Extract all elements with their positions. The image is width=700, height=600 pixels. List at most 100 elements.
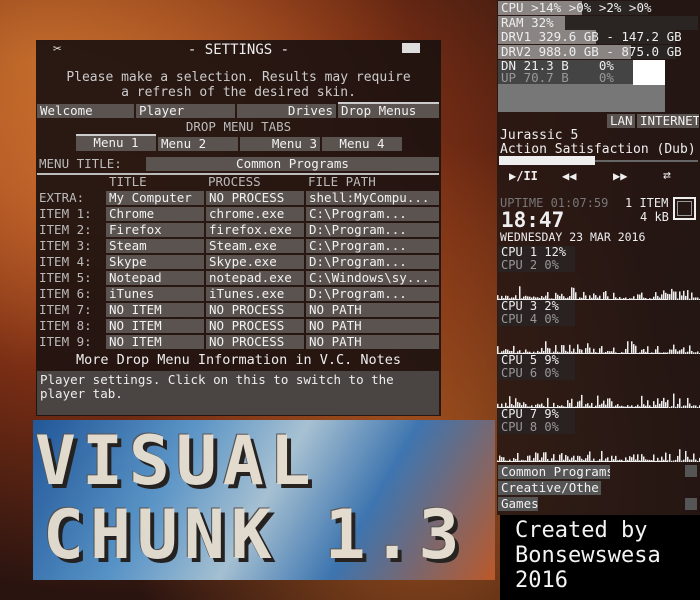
title-input[interactable]: Notepad [106, 271, 204, 285]
title-input[interactable]: iTunes [106, 287, 204, 301]
menu-tab-4[interactable]: Menu 4 [322, 137, 402, 151]
tab-drives[interactable]: Drives [237, 104, 336, 118]
title-input[interactable]: My Computer [106, 191, 204, 205]
refresh-icon[interactable] [402, 43, 420, 53]
graph-bar [695, 459, 697, 462]
row-label: ITEM 2: [39, 222, 92, 237]
file-path-input[interactable]: shell:MyCompu... [306, 191, 439, 205]
title-input[interactable]: Steam [106, 239, 204, 253]
credit-line: 2016 [515, 568, 568, 593]
menu-title-input[interactable]: Common Programs [146, 157, 439, 171]
previous-icon[interactable]: ◀◀ [562, 169, 576, 183]
cpu-core-graph [497, 449, 700, 462]
process-input[interactable]: chrome.exe [206, 207, 304, 221]
process-input[interactable]: notepad.exe [206, 271, 304, 285]
repeat-icon[interactable]: ⇄ [663, 168, 671, 183]
cpu-meter: CPU >14% >0% >2% >0% [498, 1, 652, 15]
process-input[interactable]: Skype.exe [206, 255, 304, 269]
process-input[interactable]: NO PROCESS [206, 335, 304, 349]
graph-bar [571, 398, 573, 408]
process-input[interactable]: firefox.exe [206, 223, 304, 237]
graph-bar [673, 460, 675, 462]
track-title: Action Satisfaction (Dub) [500, 142, 696, 157]
graph-bar [671, 349, 673, 354]
tab-player[interactable]: Player [136, 104, 235, 118]
title-input[interactable]: NO ITEM [106, 303, 204, 317]
menu-tab-1[interactable]: Menu 1 [76, 134, 156, 151]
graph-bar [691, 406, 693, 408]
file-path-input[interactable]: C:\Program... [306, 239, 439, 253]
drop-menu-games[interactable]: Games [498, 497, 538, 511]
internet-button[interactable]: INTERNET [637, 114, 699, 128]
file-path-input[interactable]: D:\Program... [306, 223, 439, 237]
file-path-input[interactable]: D:\Program... [306, 255, 439, 269]
graph-bar [695, 405, 697, 408]
row-label: ITEM 3: [39, 238, 92, 253]
graph-bar [563, 345, 565, 354]
title-input[interactable]: NO ITEM [106, 335, 204, 349]
seek-bar[interactable] [499, 156, 698, 165]
graph-bar [587, 343, 589, 354]
drive1-meter[interactable]: DRV1 329.6 GB - 147.2 GB [498, 30, 682, 44]
credit-box: Created by Bonsewswesa 2016 [500, 515, 700, 600]
graph-bar [633, 454, 635, 462]
file-path-input[interactable]: NO PATH [306, 303, 439, 317]
drop-menu-toggle[interactable] [685, 498, 697, 510]
graph-bar [677, 351, 679, 354]
graph-bar [667, 399, 669, 408]
drop-menu-toggle[interactable] [685, 465, 697, 477]
tab-welcome[interactable]: Welcome [37, 104, 134, 118]
graph-bar [663, 290, 665, 300]
graph-bar [693, 405, 695, 408]
play-pause-icon[interactable]: ▶/II [509, 169, 538, 183]
menu-tab-3[interactable]: Menu 3 [240, 137, 320, 151]
recycle-bin-icon[interactable] [673, 197, 696, 220]
title-input[interactable]: Skype [106, 255, 204, 269]
graph-bar [565, 454, 567, 462]
drop-menu-creative-other[interactable]: Creative/Other [498, 481, 601, 495]
graph-bar [681, 460, 683, 462]
process-input[interactable]: Steam.exe [206, 239, 304, 253]
row-label: EXTRA: [39, 190, 85, 205]
graph-bar [683, 290, 685, 300]
system-monitor: CPU >14% >0% >2% >0% RAM 32% DRV1 329.6 … [497, 0, 700, 515]
title-input[interactable]: Firefox [106, 223, 204, 237]
settings-panel: ✂ - SETTINGS - Please make a selection. … [36, 40, 441, 416]
graph-bar [543, 452, 545, 462]
title-input[interactable]: NO ITEM [106, 319, 204, 333]
graph-bar [691, 459, 693, 462]
drop-menu-common-programs[interactable]: Common Programs [498, 465, 610, 479]
graph-bar [647, 400, 649, 408]
file-path-input[interactable]: NO PATH [306, 335, 439, 349]
process-input[interactable]: NO PROCESS [206, 319, 304, 333]
next-icon[interactable]: ▶▶ [613, 169, 627, 183]
graph-bar [687, 397, 689, 408]
graph-bar [693, 297, 695, 300]
drive2-meter[interactable]: DRV2 988.0 GB - 875.0 GB [498, 45, 682, 59]
graph-bar [695, 297, 697, 300]
graph-bar [685, 352, 687, 354]
file-path-input[interactable]: C:\Program... [306, 207, 439, 221]
menu-tab-2[interactable]: Menu 2 [158, 137, 238, 151]
credit-line: Created by [515, 518, 648, 543]
process-input[interactable]: iTunes.exe [206, 287, 304, 301]
process-input[interactable]: NO PROCESS [206, 191, 304, 205]
network-graph-peak [633, 60, 665, 85]
graph-baseline [497, 461, 667, 462]
graph-bar [641, 395, 643, 408]
graph-bar [669, 454, 671, 462]
more-info-link[interactable]: More Drop Menu Information in V.C. Notes [36, 352, 441, 368]
graph-bar [669, 294, 671, 300]
file-path-input[interactable]: NO PATH [306, 319, 439, 333]
lan-button[interactable]: LAN [607, 114, 635, 128]
process-input[interactable]: NO PROCESS [206, 303, 304, 317]
graph-bar [681, 406, 683, 408]
file-path-input[interactable]: C:\Windows\sy... [306, 271, 439, 285]
title-input[interactable]: Chrome [106, 207, 204, 221]
graph-bar [575, 292, 577, 300]
file-path-input[interactable]: D:\Program... [306, 287, 439, 301]
graph-bar [631, 341, 633, 354]
graph-bar [601, 450, 603, 462]
tab-drop-menus[interactable]: Drop Menus [338, 102, 439, 118]
graph-bar [665, 452, 667, 462]
